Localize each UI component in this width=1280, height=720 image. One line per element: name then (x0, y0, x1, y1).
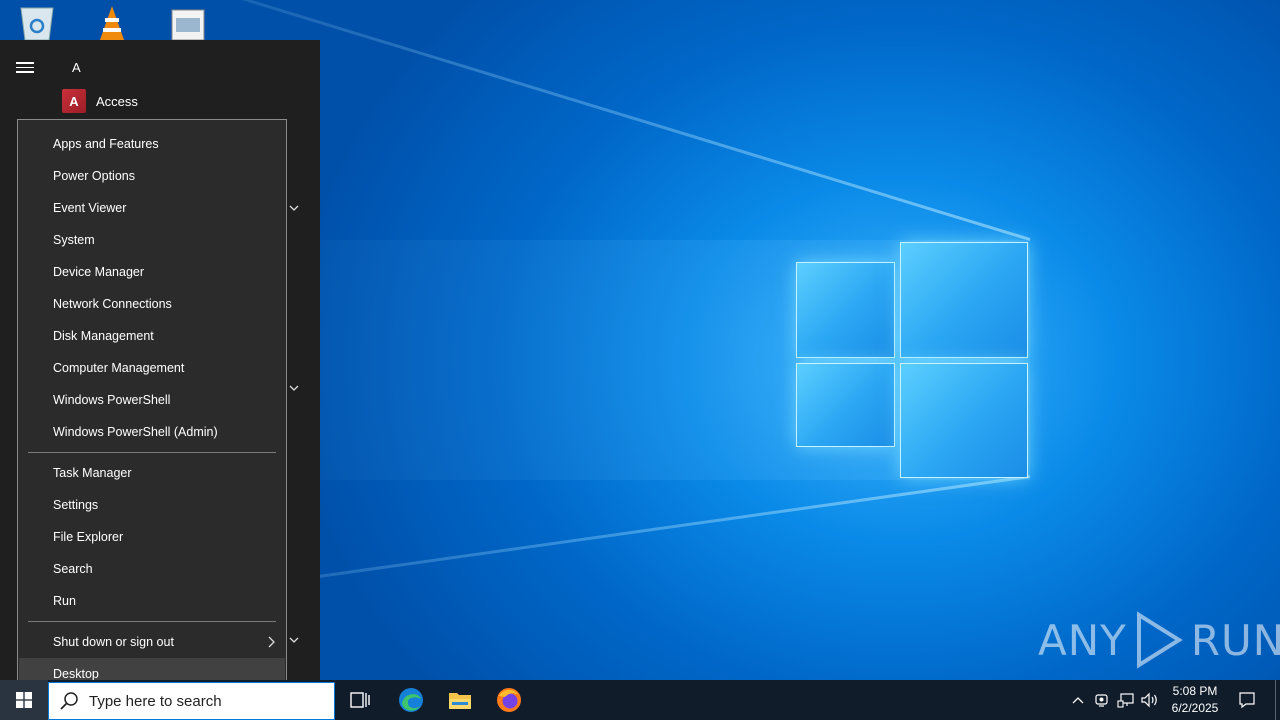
firefox-button[interactable] (485, 680, 533, 720)
file-explorer-icon (449, 693, 471, 709)
watermark-left-text: ANY (1038, 615, 1127, 665)
meet-now-button[interactable] (1092, 690, 1112, 710)
menu-item-file-explorer[interactable]: File Explorer (19, 521, 285, 553)
app-list-section-letter[interactable]: A (72, 60, 81, 75)
menu-item-apps-and-features[interactable]: Apps and Features (19, 128, 285, 160)
task-view-icon (350, 692, 370, 708)
menu-item-task-manager[interactable]: Task Manager (19, 457, 285, 489)
taskbar-search-box[interactable] (48, 682, 335, 720)
volume-icon (1141, 692, 1157, 708)
windows-logo (796, 242, 1028, 478)
show-hidden-icons-button[interactable] (1068, 690, 1088, 710)
play-logo-icon (1136, 611, 1183, 669)
menu-item-device-manager[interactable]: Device Manager (19, 256, 285, 288)
menu-item-shut-down-or-sign-out[interactable]: Shut down or sign out (19, 626, 285, 658)
network-icon (1117, 693, 1134, 708)
hamburger-menu-icon[interactable] (16, 62, 34, 74)
windows-start-icon (16, 692, 32, 708)
chevron-right-icon (268, 636, 275, 648)
volume-button[interactable] (1140, 690, 1160, 710)
power-user-context-menu: Apps and Features Power Options Event Vi… (17, 119, 287, 697)
meet-now-icon (1095, 694, 1108, 707)
menu-item-computer-management[interactable]: Computer Management (19, 352, 285, 384)
chevron-down-icon[interactable] (288, 204, 300, 212)
app-item-access[interactable]: A Access (62, 88, 138, 114)
menu-item-windows-powershell[interactable]: Windows PowerShell (19, 384, 285, 416)
menu-item-network-connections[interactable]: Network Connections (19, 288, 285, 320)
access-app-icon: A (62, 89, 86, 113)
edge-icon (399, 688, 423, 712)
network-button[interactable] (1116, 690, 1136, 710)
clock-time: 5:08 PM (1172, 684, 1218, 698)
recycle-bin-icon[interactable] (17, 4, 57, 40)
app-item-label: Access (96, 93, 138, 109)
watermark-right-text: RUN (1190, 615, 1280, 665)
menu-item-event-viewer[interactable]: Event Viewer (19, 192, 285, 224)
notification-icon (1239, 692, 1255, 709)
task-view-button[interactable] (336, 680, 384, 720)
edge-button[interactable] (387, 680, 435, 720)
start-button[interactable] (0, 680, 48, 720)
menu-item-windows-powershell-admin[interactable]: Windows PowerShell (Admin) (19, 416, 285, 448)
menu-item-power-options[interactable]: Power Options (19, 160, 285, 192)
menu-item-search[interactable]: Search (19, 553, 285, 585)
chevron-up-icon (1072, 697, 1084, 704)
action-center-button[interactable] (1237, 690, 1257, 710)
search-input[interactable] (89, 692, 309, 710)
menu-item-system[interactable]: System (19, 224, 285, 256)
taskbar: 5:08 PM 6/2/2025 (0, 680, 1280, 720)
menu-separator (28, 452, 276, 453)
menu-item-run[interactable]: Run (19, 585, 285, 617)
chevron-down-icon[interactable] (288, 636, 300, 644)
document-icon[interactable] (168, 4, 208, 40)
anyrun-watermark: ANY RUN (1038, 610, 1280, 670)
menu-separator (28, 621, 276, 622)
chevron-down-icon[interactable] (288, 384, 300, 392)
show-desktop-button[interactable] (1275, 680, 1280, 720)
search-icon (60, 692, 78, 710)
clock-date: 6/2/2025 (1171, 701, 1219, 715)
firefox-icon (497, 688, 521, 712)
vlc-icon[interactable] (92, 4, 132, 40)
menu-item-label: Shut down or sign out (53, 635, 174, 649)
file-explorer-button[interactable] (436, 680, 484, 720)
menu-item-disk-management[interactable]: Disk Management (19, 320, 285, 352)
taskbar-clock[interactable]: 5:08 PM 6/2/2025 (1164, 683, 1226, 717)
menu-item-settings[interactable]: Settings (19, 489, 285, 521)
